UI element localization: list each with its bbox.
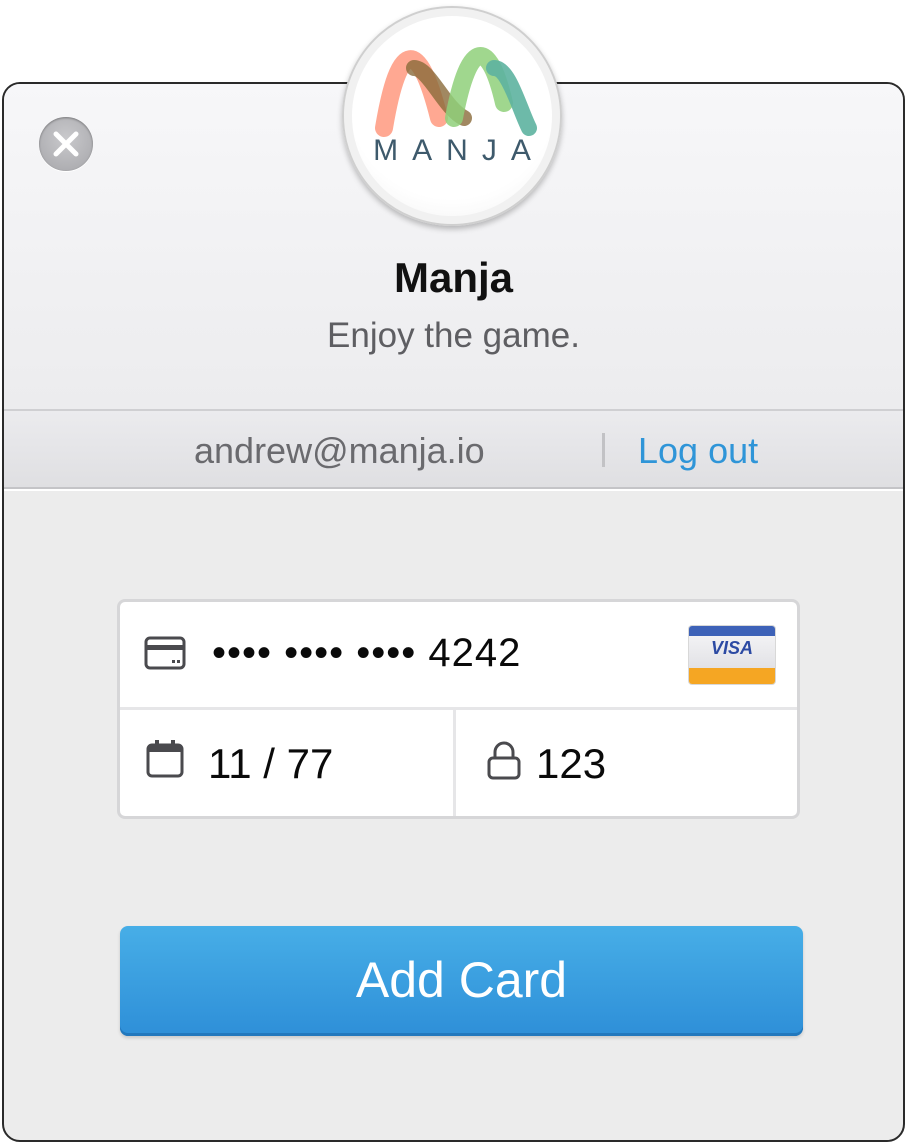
card-form: •••• •••• •••• 4242 VISA 11 / 77 123 [117,599,800,819]
calendar-icon [146,740,184,778]
account-email: andrew@manja.io [194,430,485,471]
manja-logo-mark [375,47,537,137]
cvc-value: 123 [536,740,607,787]
page-subtitle: Enjoy the game. [327,316,580,355]
credit-card-icon [144,636,186,670]
page-title: Manja [393,254,514,301]
card-number-field[interactable]: •••• •••• •••• 4242 VISA [120,602,797,710]
account-divider [602,433,605,467]
expiry-field[interactable]: 11 / 77 [120,710,456,816]
expiry-value: 11 / 77 [208,740,334,787]
logo-wordmark: MANJA [373,134,545,167]
card-brand: VISA [710,638,753,658]
card-number-value: •••• •••• •••• 4242 [212,631,522,675]
card-details-row: 11 / 77 123 [120,710,797,816]
logout-link[interactable]: Log out [638,430,758,472]
close-icon [53,131,79,157]
visa-badge: VISA [689,626,775,684]
checkout-dialog: Manja Enjoy the game. andrew@manja.io Lo… [2,82,905,1142]
add-card-button[interactable]: Add Card [120,926,803,1036]
cvc-field[interactable]: 123 [456,710,797,816]
manja-logo: MANJA [342,6,562,226]
account-bar: andrew@manja.io Log out [4,411,903,489]
close-button[interactable] [39,117,93,171]
lock-icon [487,741,521,780]
